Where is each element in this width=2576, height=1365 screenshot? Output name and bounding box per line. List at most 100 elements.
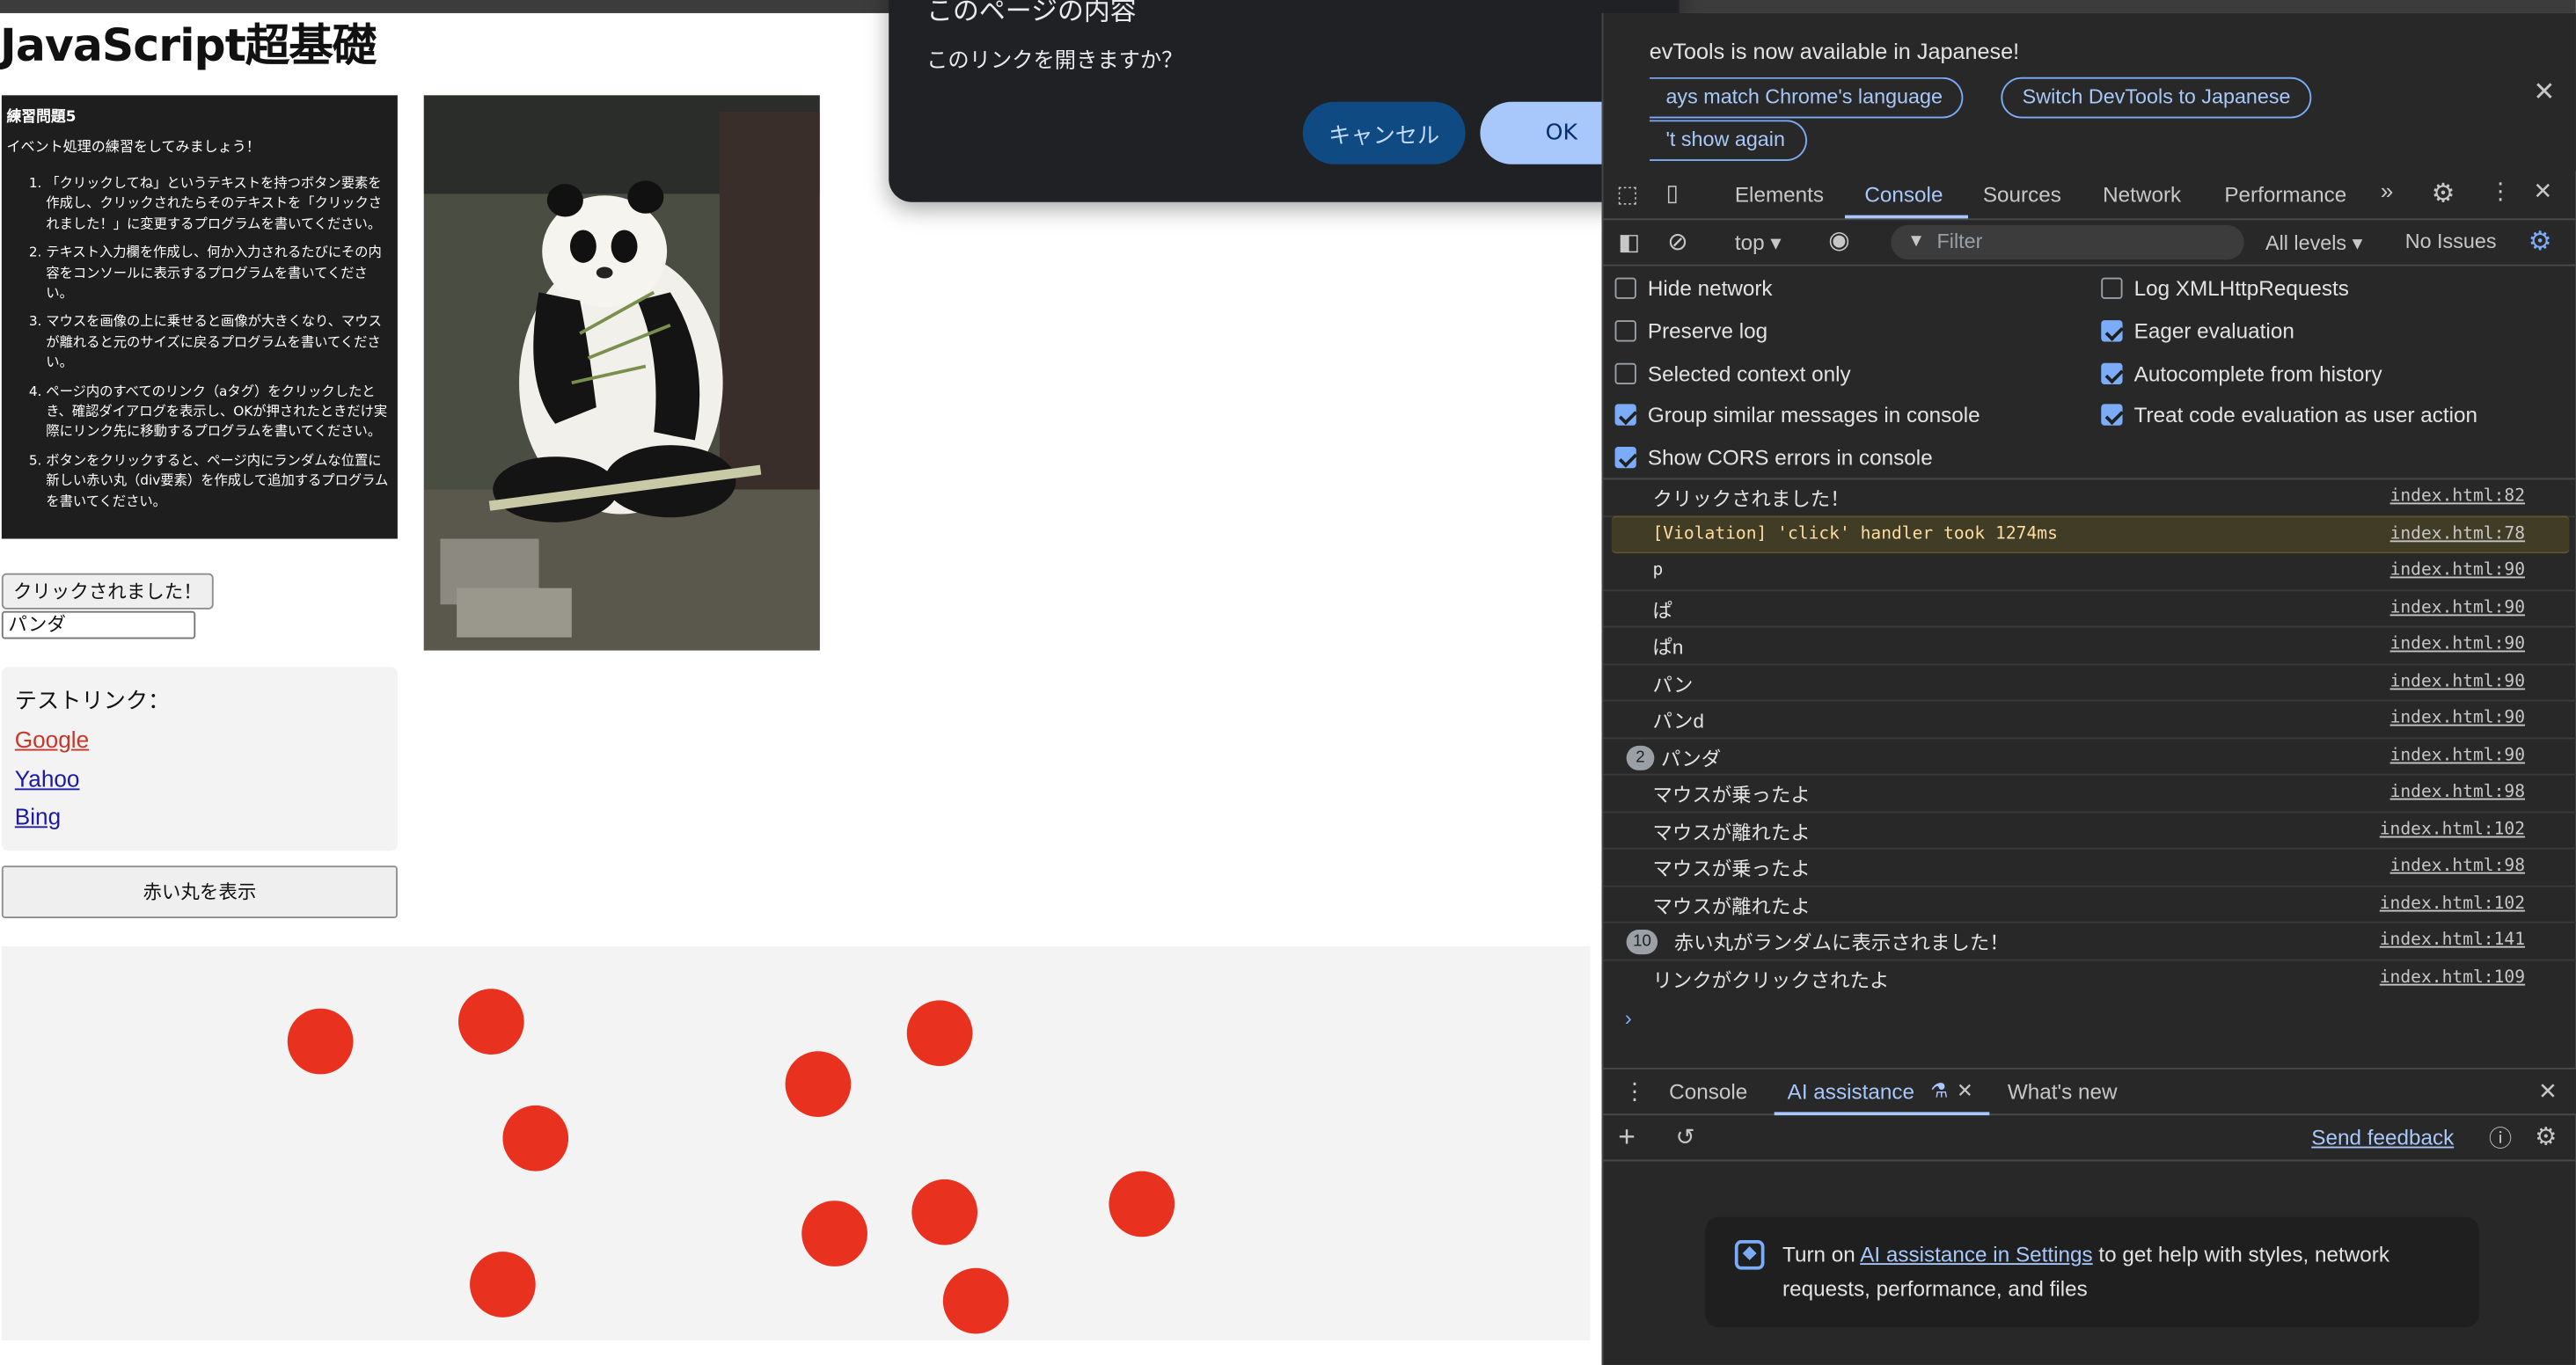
kebab-menu-icon[interactable]: ⋮ <box>2489 178 2512 206</box>
log-source-link[interactable]: index.html:98 <box>2390 856 2525 875</box>
link-yahoo[interactable]: Yahoo <box>15 764 384 793</box>
close-icon[interactable]: ✕ <box>2533 76 2555 108</box>
group-similar-checkbox[interactable]: Group similar messages in console <box>1614 401 1980 431</box>
panda-image[interactable] <box>423 95 820 651</box>
tab-network[interactable]: Network <box>2103 182 2181 207</box>
gear-icon[interactable]: ⚙ <box>2528 225 2552 258</box>
gear-icon[interactable]: ⚙ <box>2432 178 2455 210</box>
log-message: マウスが乗ったよ <box>1652 783 1811 807</box>
dialog-cancel-button[interactable]: キャンセル <box>1302 101 1466 164</box>
drawer-menu-icon[interactable]: ⋮ <box>1623 1077 1646 1106</box>
tab-console[interactable]: Console <box>1864 182 1943 207</box>
log-source-link[interactable]: index.html:90 <box>2390 671 2525 690</box>
log-source-link[interactable]: index.html:90 <box>2390 597 2525 617</box>
tab-sources[interactable]: Sources <box>1983 182 2061 207</box>
log-xhr-checkbox[interactable]: Log XMLHttpRequests <box>2101 274 2349 304</box>
autocomplete-checkbox[interactable]: Autocomplete from history <box>2101 360 2382 390</box>
log-levels-select[interactable]: All levels ▾ <box>2265 230 2362 254</box>
match-language-button[interactable]: ays match Chrome's language <box>1649 77 1965 119</box>
page-title: JavaScript超基礎 <box>0 21 377 73</box>
log-row: p index.html:90 <box>1603 553 2576 591</box>
red-circle <box>785 1051 852 1117</box>
device-toggle-icon[interactable]: ▯ <box>1665 179 1678 208</box>
switch-to-japanese-button[interactable]: Switch DevTools to Japanese <box>2001 77 2312 119</box>
log-message: 赤い丸がランダムに表示されました！ <box>1673 931 2009 955</box>
log-source-link[interactable]: index.html:109 <box>2380 967 2525 986</box>
filter-placeholder: Filter <box>1936 230 1983 253</box>
inspect-icon[interactable]: ⬚ <box>1616 180 1638 208</box>
log-message: ぱ <box>1652 598 1672 622</box>
treat-eval-checkbox[interactable]: Treat code evaluation as user action <box>2101 401 2477 431</box>
filter-input[interactable]: ▼ Filter <box>1891 224 2244 260</box>
exercise-item: マウスを画像の上に乗せると画像が大きくなり、マウスが離れると元のサイズに戻るプロ… <box>46 311 391 373</box>
more-tabs-icon[interactable]: » <box>2381 178 2394 204</box>
console-toolbar: ◧ ⊘ top ▾ ◉ ▼ Filter All levels ▾ No Iss… <box>1603 220 2576 266</box>
exercise-item: テキスト入力欄を作成し、何か入力されるたびにその内容をコンソールに表示するプログ… <box>46 242 391 303</box>
checkbox-label: Autocomplete from history <box>2133 361 2382 386</box>
gear-icon[interactable]: ⚙ <box>2535 1122 2557 1151</box>
console-prompt[interactable]: › <box>1625 1005 1632 1030</box>
close-icon[interactable]: ✕ <box>2538 1077 2558 1106</box>
close-icon[interactable]: ✕ <box>2533 178 2552 206</box>
send-feedback-link[interactable]: Send feedback <box>2311 1125 2454 1150</box>
context-select[interactable]: top ▾ <box>1735 230 1782 256</box>
exercise-item: ボタンをクリックすると、ページ内にランダムな位置に新しい赤い丸（div要素）を作… <box>46 449 391 511</box>
close-tab-icon[interactable]: ✕ <box>1957 1079 1973 1102</box>
ai-toolbar: + ↺ Send feedback ⓘ ⚙ <box>1603 1115 2576 1162</box>
tab-performance[interactable]: Performance <box>2224 182 2346 207</box>
red-circle <box>502 1105 569 1172</box>
circle-area <box>1 945 1591 1340</box>
red-circle <box>1109 1171 1175 1237</box>
log-row: マウスが乗ったよ index.html:98 <box>1603 850 2576 887</box>
checkbox-box <box>2101 320 2123 342</box>
ai-card-text-pre: Turn on <box>1782 1241 1861 1266</box>
devtools-panel: evTools is now available in Japanese! ay… <box>1601 12 2576 1365</box>
checkbox-box <box>2101 404 2123 426</box>
eye-icon[interactable]: ◉ <box>1828 225 1849 255</box>
clicked-button[interactable]: クリックされました！ <box>1 573 214 610</box>
preserve-log-checkbox[interactable]: Preserve log <box>1614 317 1767 347</box>
red-circle <box>470 1252 536 1318</box>
text-input[interactable]: パンダ <box>1 610 196 639</box>
drawer-tab-ai-assistance[interactable]: AI assistance <box>1788 1079 1914 1104</box>
dont-show-again-button[interactable]: 't show again <box>1649 120 1807 162</box>
sidebar-toggle-icon[interactable]: ◧ <box>1618 229 1640 257</box>
checkbox-box <box>1614 320 1636 342</box>
eager-eval-checkbox[interactable]: Eager evaluation <box>2101 317 2294 347</box>
link-bing[interactable]: Bing <box>15 803 384 832</box>
ai-settings-link[interactable]: AI assistance in Settings <box>1860 1242 2092 1266</box>
log-source-link[interactable]: index.html:90 <box>2390 708 2525 727</box>
console-settings: Hide network Preserve log Selected conte… <box>1603 266 2576 480</box>
log-source-link[interactable]: index.html:78 <box>2390 524 2525 544</box>
dialog-message: このリンクを開きますか？ <box>926 49 1183 75</box>
exercise-list: 「クリックしてね」というテキストを持つボタン要素を作成し、クリックされたらそのテ… <box>6 172 391 511</box>
drawer-tab-whats-new[interactable]: What's new <box>2008 1079 2118 1104</box>
log-source-link[interactable]: index.html:82 <box>2390 486 2525 506</box>
log-row: パンd index.html:90 <box>1603 701 2576 739</box>
log-source-link[interactable]: index.html:141 <box>2380 930 2525 949</box>
issues-count[interactable]: No Issues <box>2405 230 2497 252</box>
link-google[interactable]: Google <box>15 726 384 755</box>
selected-context-checkbox[interactable]: Selected context only <box>1614 360 1851 390</box>
log-source-link[interactable]: index.html:98 <box>2390 782 2525 801</box>
log-source-link[interactable]: index.html:102 <box>2380 819 2525 838</box>
tab-elements[interactable]: Elements <box>1735 182 1824 207</box>
log-row: マウスが離れたよ index.html:102 <box>1603 887 2576 923</box>
clear-console-icon[interactable]: ⊘ <box>1667 227 1687 257</box>
log-message: パンd <box>1652 709 1704 733</box>
drawer-tab-console[interactable]: Console <box>1669 1079 1747 1104</box>
log-source-link[interactable]: index.html:102 <box>2380 893 2525 912</box>
log-source-link[interactable]: index.html:90 <box>2390 560 2525 580</box>
checkbox-label: Treat code evaluation as user action <box>2133 402 2478 427</box>
plus-icon[interactable]: + <box>1618 1120 1636 1155</box>
history-icon[interactable]: ↺ <box>1676 1123 1695 1151</box>
show-cors-checkbox[interactable]: Show CORS errors in console <box>1614 443 1933 473</box>
hide-network-checkbox[interactable]: Hide network <box>1614 274 1773 304</box>
log-source-link[interactable]: index.html:90 <box>2390 634 2525 653</box>
log-row: ぱ index.html:90 <box>1603 590 2576 628</box>
show-red-circle-button[interactable]: 赤い丸を表示 <box>1 865 398 918</box>
red-circle <box>801 1201 867 1266</box>
banner-text: evTools is now available in Japanese! <box>1649 39 2020 64</box>
help-icon[interactable]: ⓘ <box>2489 1122 2512 1155</box>
log-source-link[interactable]: index.html:90 <box>2390 745 2525 764</box>
